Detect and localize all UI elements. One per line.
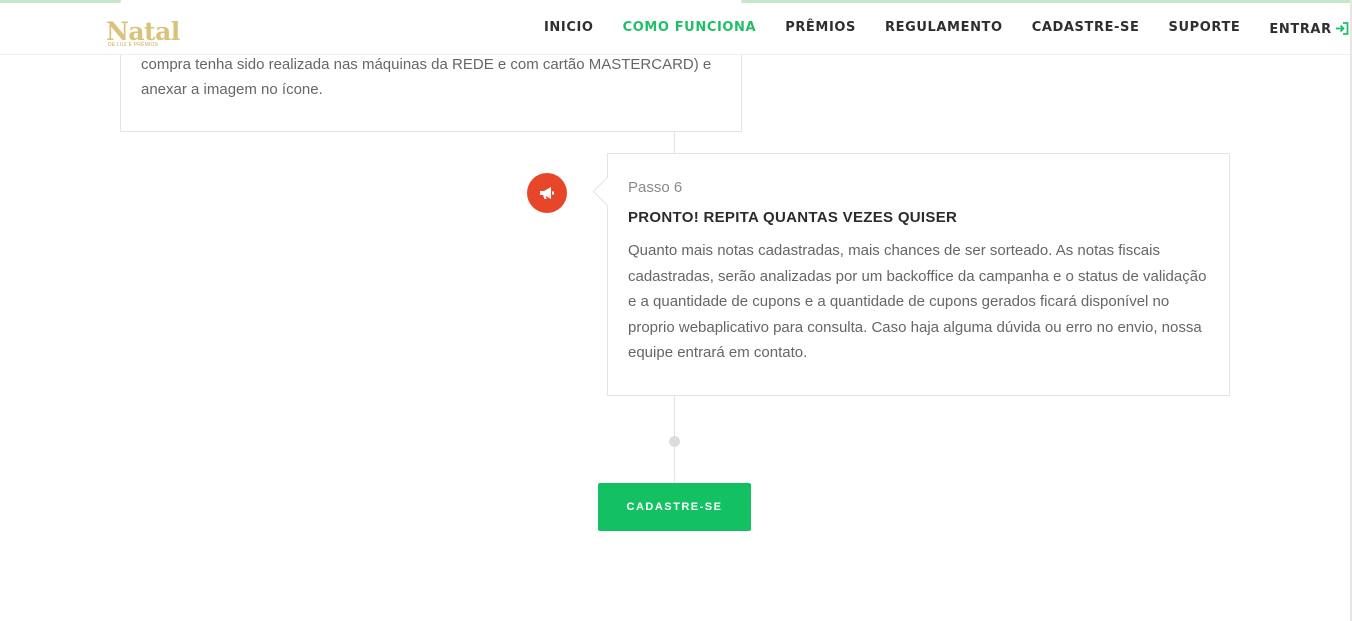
nav-como-funciona[interactable]: COMO FUNCIONA xyxy=(623,20,757,38)
timeline-line xyxy=(674,132,675,153)
nav-entrar[interactable]: ENTRAR xyxy=(1269,20,1349,38)
step-label: Passo 6 xyxy=(628,179,683,196)
step-card-6: Passo 6 PRONTO! REPITA QUANTAS VEZES QUI… xyxy=(592,153,1230,396)
cadastre-se-button[interactable]: CADASTRE-SE xyxy=(598,483,751,531)
card-pointer xyxy=(592,176,623,207)
sign-in-icon xyxy=(1335,22,1349,35)
nav-entrar-label[interactable]: ENTRAR xyxy=(1269,22,1331,37)
step-description: Quanto mais notas cadastradas, mais chan… xyxy=(628,242,1207,361)
site-header: Natal DE LUZ E PRÊMIOS INICIO COMO FUNCI… xyxy=(0,3,1352,55)
step-5-description: compra tenha sido realizada nas máquinas… xyxy=(141,56,712,98)
megaphone-icon xyxy=(540,187,554,199)
step-title: PRONTO! REPITA QUANTAS VEZES QUISER xyxy=(628,209,958,226)
logo-subtitle: DE LUZ E PRÊMIOS xyxy=(108,42,159,48)
logo[interactable]: Natal DE LUZ E PRÊMIOS xyxy=(106,17,180,53)
nav-cadastre-se[interactable]: CADASTRE-SE xyxy=(1032,20,1140,38)
nav-premios[interactable]: PRÊMIOS xyxy=(785,20,856,38)
nav-suporte[interactable]: SUPORTE xyxy=(1169,20,1241,38)
nav-regulamento[interactable]: REGULAMENTO xyxy=(885,20,1003,38)
step-6-badge xyxy=(527,173,567,213)
nav-inicio[interactable]: INICIO xyxy=(544,20,594,38)
timeline-end-dot xyxy=(669,436,680,447)
main-nav: INICIO COMO FUNCIONA PRÊMIOS REGULAMENTO… xyxy=(544,20,1349,38)
